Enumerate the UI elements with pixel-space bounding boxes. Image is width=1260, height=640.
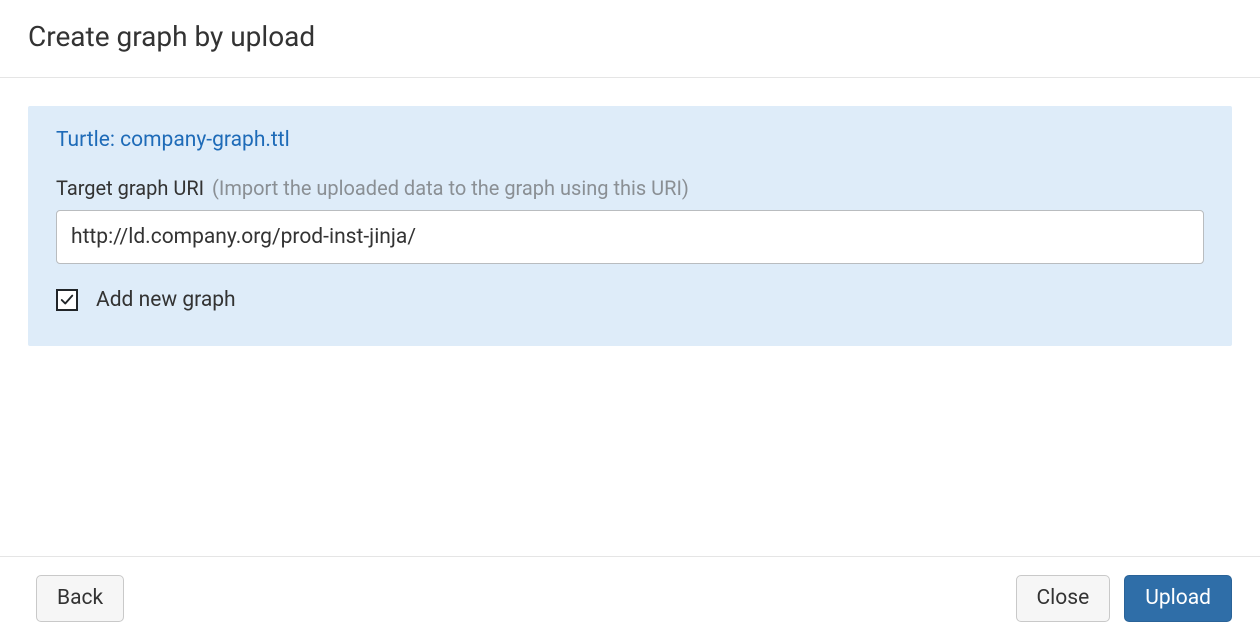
upload-button[interactable]: Upload — [1124, 575, 1232, 622]
target-graph-label: Target graph URI — [56, 176, 204, 200]
modal-header: Create graph by upload — [0, 0, 1260, 78]
footer-right-buttons: Close Upload — [1016, 575, 1233, 622]
target-graph-uri-input[interactable] — [56, 210, 1204, 264]
modal-body: Turtle: company-graph.ttl Target graph U… — [0, 78, 1260, 556]
back-button[interactable]: Back — [36, 575, 124, 622]
uploaded-file-link[interactable]: Turtle: company-graph.ttl — [56, 128, 290, 152]
upload-file-card: Turtle: company-graph.ttl Target graph U… — [28, 106, 1232, 346]
add-new-graph-label[interactable]: Add new graph — [96, 288, 236, 312]
check-icon — [60, 293, 74, 307]
target-graph-hint: (Import the uploaded data to the graph u… — [212, 176, 689, 200]
target-graph-field: Target graph URI (Import the uploaded da… — [56, 176, 1204, 264]
modal-title: Create graph by upload — [28, 20, 1232, 53]
close-button[interactable]: Close — [1016, 575, 1111, 622]
modal-footer: Back Close Upload — [0, 556, 1260, 640]
add-new-graph-checkbox[interactable] — [56, 289, 78, 311]
add-new-graph-row: Add new graph — [56, 288, 1204, 312]
